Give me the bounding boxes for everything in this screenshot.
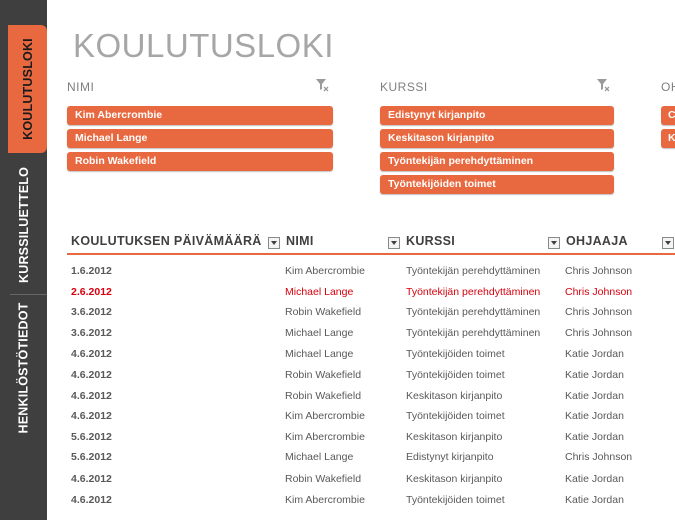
table-row[interactable]: 5.6.2012 Michael Lange Edistynyt kirjanpit… — [0, 447, 675, 467]
cell-name: Robin Wakefield — [285, 473, 362, 485]
cell-course: Työntekijöiden toimet — [406, 369, 505, 381]
cell-instructor: Chris Johnson — [565, 327, 633, 339]
table-row[interactable]: 3.6.2012 Michael Lange Työntekijän perehdy… — [0, 323, 675, 343]
table-row[interactable]: 5.6.2012 Kim Abercrombie Keskitason kirjan… — [0, 427, 675, 447]
slicer-item[interactable]: Edistynyt kirjanpito — [380, 106, 614, 125]
tab-label: KOULUTUSLOKI — [20, 38, 35, 140]
cell-instructor: Chris Johnson — [565, 286, 633, 298]
cell-course: Työntekijän perehdyttäminen — [406, 327, 541, 339]
cell-date: 4.6.2012 — [71, 410, 112, 422]
column-header-course: KURSSI — [406, 234, 456, 248]
cell-instructor: Chris Johnson — [565, 265, 633, 277]
cell-date: 3.6.2012 — [71, 327, 112, 339]
table-row[interactable]: 4.6.2012 Robin Wakefield Työntekijöiden to… — [0, 365, 675, 385]
slicer-header: KURSSI — [380, 80, 428, 94]
cell-course: Työntekijöiden toimet — [406, 410, 505, 422]
table-row[interactable]: 4.6.2012 Robin Wakefield Keskitason kirjan… — [0, 386, 675, 406]
slicer-item[interactable]: Työntekijöiden toimet — [380, 175, 614, 194]
filter-dropdown-icon[interactable] — [388, 237, 400, 249]
cell-name: Robin Wakefield — [285, 306, 362, 318]
cell-name: Michael Lange — [285, 348, 354, 360]
cell-date: 5.6.2012 — [71, 431, 112, 443]
filter-dropdown-icon[interactable] — [268, 237, 280, 249]
cell-instructor: Katie Jordan — [565, 390, 624, 402]
cell-instructor: Chris Johnson — [565, 306, 633, 318]
slicer-item[interactable]: Michael Lange — [67, 129, 333, 148]
filter-dropdown-icon[interactable] — [662, 237, 674, 249]
cell-course: Keskitason kirjanpito — [406, 473, 503, 485]
cell-instructor: Katie Jordan — [565, 494, 624, 506]
slicer-header: NIMI — [67, 80, 95, 94]
column-header-date: KOULUTUKSEN PÄIVÄMÄÄRÄ — [71, 234, 262, 248]
column-header-name: NIMI — [286, 234, 314, 248]
clear-filter-icon[interactable] — [596, 78, 610, 95]
cell-name: Michael Lange — [285, 327, 354, 339]
cell-course: Keskitason kirjanpito — [406, 390, 503, 402]
cell-date: 5.6.2012 — [71, 451, 112, 463]
cell-instructor: Katie Jordan — [565, 410, 624, 422]
cell-course: Keskitason kirjanpito — [406, 431, 503, 443]
slicer-item[interactable]: C — [661, 106, 675, 125]
cell-name: Kim Abercrombie — [285, 410, 365, 422]
cell-course: Työntekijöiden toimet — [406, 348, 505, 360]
slicer-header: OH — [661, 80, 675, 94]
table-row[interactable]: 1.6.2012 Kim Abercrombie Työntekijän pereh… — [0, 261, 675, 281]
table-row[interactable]: 4.6.2012 Kim Abercrombie Työntekijöiden to… — [0, 490, 675, 510]
table-row[interactable]: 4.6.2012 Michael Lange Työntekijöiden toim… — [0, 344, 675, 364]
table-row[interactable]: 4.6.2012 Robin Wakefield Keskitason kirjan… — [0, 469, 675, 489]
cell-date: 4.6.2012 — [71, 348, 112, 360]
cell-instructor: Katie Jordan — [565, 473, 624, 485]
table-row[interactable]: 4.6.2012 Kim Abercrombie Työntekijöiden to… — [0, 406, 675, 426]
header-underline — [67, 253, 675, 255]
cell-instructor: Katie Jordan — [565, 369, 624, 381]
cell-course: Edistynyt kirjanpito — [406, 451, 494, 463]
slicer-item[interactable]: Kim Abercrombie — [67, 106, 333, 125]
page-title: KOULUTUSLOKI — [73, 27, 334, 64]
table-row[interactable]: 2.6.2012 Michael Lange Työntekijän perehdy… — [0, 282, 675, 302]
cell-date: 4.6.2012 — [71, 494, 112, 506]
cell-course: Työntekijän perehdyttäminen — [406, 306, 541, 318]
filter-dropdown-icon[interactable] — [548, 237, 560, 249]
cell-instructor: Katie Jordan — [565, 431, 624, 443]
slicer-item[interactable]: Työntekijän perehdyttäminen — [380, 152, 614, 171]
cell-name: Robin Wakefield — [285, 369, 362, 381]
cell-instructor: Chris Johnson — [565, 451, 633, 463]
cell-course: Työntekijöiden toimet — [406, 494, 505, 506]
cell-course: Työntekijän perehdyttäminen — [406, 286, 541, 298]
slicer-item[interactable]: Robin Wakefield — [67, 152, 333, 171]
tab-koulutusloki[interactable]: KOULUTUSLOKI — [8, 25, 47, 153]
cell-name: Kim Abercrombie — [285, 494, 365, 506]
clear-filter-icon[interactable] — [315, 78, 329, 95]
cell-course: Työntekijän perehdyttäminen — [406, 265, 541, 277]
slicer-item[interactable]: K — [661, 129, 675, 148]
cell-name: Michael Lange — [285, 451, 354, 463]
cell-date: 4.6.2012 — [71, 369, 112, 381]
cell-date: 2.6.2012 — [71, 286, 112, 298]
slicer-item[interactable]: Keskitason kirjanpito — [380, 129, 614, 148]
cell-name: Kim Abercrombie — [285, 431, 365, 443]
cell-name: Kim Abercrombie — [285, 265, 365, 277]
cell-date: 4.6.2012 — [71, 390, 112, 402]
slicer-ohjaaja: OH C K — [661, 80, 675, 220]
cell-instructor: Katie Jordan — [565, 348, 624, 360]
cell-date: 3.6.2012 — [71, 306, 112, 318]
cell-name: Michael Lange — [285, 286, 354, 298]
cell-name: Robin Wakefield — [285, 390, 362, 402]
cell-date: 4.6.2012 — [71, 473, 112, 485]
table-row[interactable]: 3.6.2012 Robin Wakefield Työntekijän pereh… — [0, 302, 675, 322]
column-header-instructor: OHJAAJA — [566, 234, 628, 248]
cell-date: 1.6.2012 — [71, 265, 112, 277]
